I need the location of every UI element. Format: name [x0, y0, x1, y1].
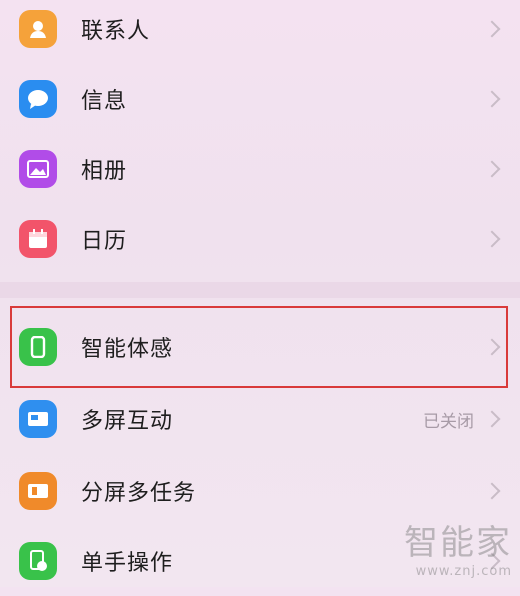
chevron-right-icon	[483, 482, 501, 500]
chevron-right-icon	[483, 90, 501, 108]
chevron-right-icon	[483, 230, 501, 248]
one-hand-icon	[19, 542, 57, 580]
watermark-title: 智能家	[404, 523, 512, 563]
status-text: 已关闭	[423, 411, 474, 432]
watermark: 智能家 www.znj.com	[404, 515, 512, 579]
watermark-url: www.znj.com	[415, 564, 512, 579]
settings-item-label: 分屏多任务	[81, 481, 197, 506]
settings-item-gallery[interactable]: 相册	[0, 134, 520, 204]
split-screen-icon	[19, 472, 57, 510]
settings-item-contacts[interactable]: 联系人	[0, 0, 520, 64]
contacts-icon	[19, 10, 57, 48]
multi-screen-icon	[19, 400, 57, 438]
settings-item-label: 日历	[81, 229, 128, 254]
settings-page: 联系人 信息 相册 日历 智能体感 多屏互动 已关闭 分屏多任务 单手操作 智能…	[0, 0, 520, 587]
settings-item-messages[interactable]: 信息	[0, 64, 520, 134]
section-divider	[0, 282, 520, 298]
settings-item-label: 单手操作	[81, 551, 174, 576]
chevron-right-icon	[483, 160, 501, 178]
chevron-right-icon	[483, 20, 501, 38]
highlight-box	[10, 306, 508, 388]
settings-item-label: 多屏互动	[81, 409, 174, 434]
settings-item-multi-screen[interactable]: 多屏互动 已关闭	[0, 384, 520, 454]
calendar-icon	[19, 220, 57, 258]
settings-item-label: 联系人	[81, 19, 151, 44]
settings-item-calendar[interactable]: 日历	[0, 204, 520, 274]
chevron-right-icon	[483, 410, 501, 428]
messages-icon	[19, 80, 57, 118]
settings-item-label: 信息	[81, 89, 128, 114]
settings-item-label: 相册	[81, 159, 128, 184]
gallery-icon	[19, 150, 57, 188]
